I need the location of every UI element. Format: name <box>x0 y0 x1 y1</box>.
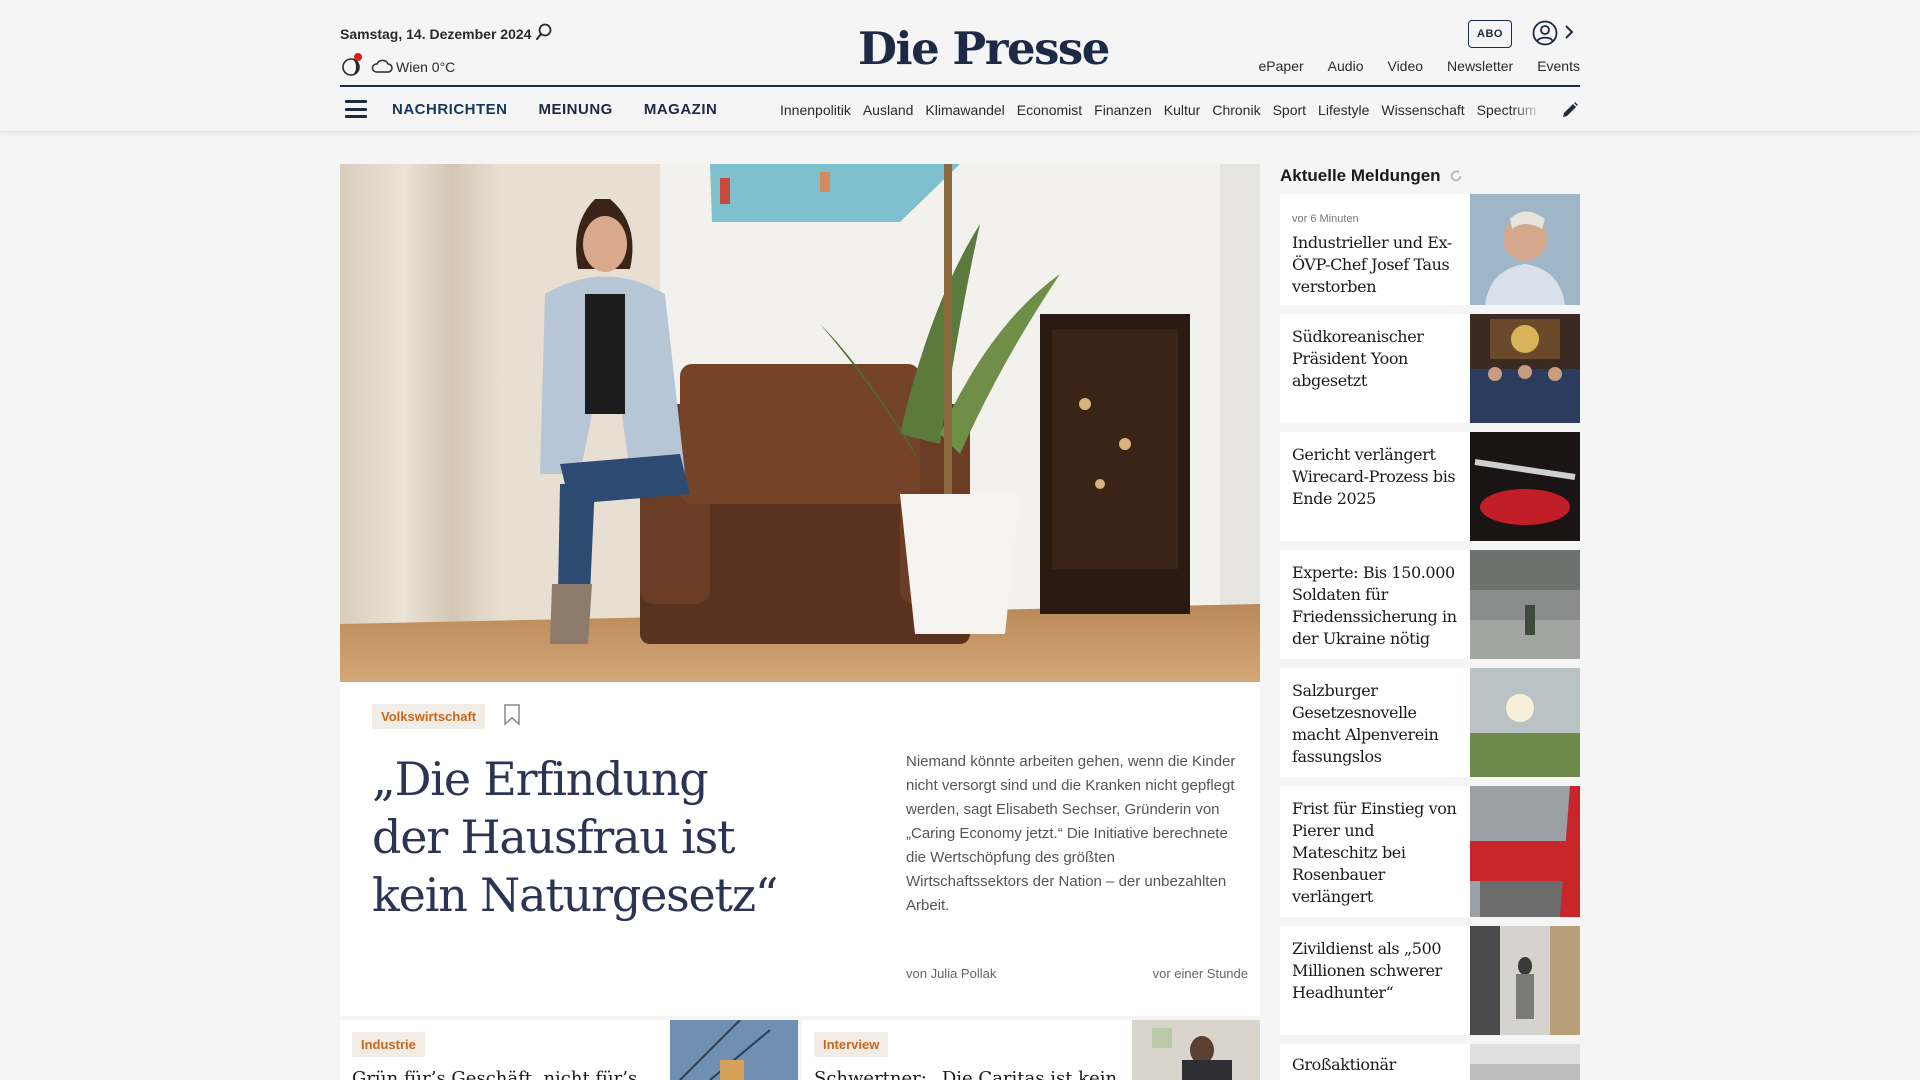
hero-timestamp: vor einer Stunde <box>1152 966 1248 981</box>
hero-article[interactable]: Volkswirtschaft „Die Erfindung der Hausf… <box>340 164 1260 1016</box>
site-header: Samstag, 14. Dezember 2024 Wien 0°C Die … <box>0 0 1920 132</box>
teaser-image[interactable] <box>1132 1020 1260 1080</box>
user-account-icon[interactable] <box>1532 20 1558 46</box>
link-epaper[interactable]: ePaper <box>1259 58 1304 74</box>
service-links: ePaper Audio Video Newsletter Events <box>1259 58 1580 74</box>
news-item[interactable]: Gericht verlängert Wirecard-Prozess bis … <box>1280 432 1580 541</box>
news-item[interactable]: Zivildienst als „500 Millionen schwerer … <box>1280 926 1580 1035</box>
abo-button[interactable]: ABO <box>1468 20 1512 48</box>
hero-body: Volkswirtschaft „Die Erfindung der Hausf… <box>340 682 1260 1016</box>
news-item[interactable]: Experte: Bis 150.000 Soldaten für Friede… <box>1280 550 1580 659</box>
news-item-image[interactable] <box>1470 668 1580 777</box>
teaser-card[interactable]: Interview Schwertner: „Die Caritas ist k… <box>802 1020 1260 1080</box>
hero-image[interactable] <box>340 164 1260 682</box>
news-item-title[interactable]: Südkoreanischer Präsident Yoon abgesetzt <box>1292 326 1462 392</box>
link-newsletter[interactable]: Newsletter <box>1447 58 1513 74</box>
cat-ausland[interactable]: Ausland <box>863 102 914 118</box>
category-navigation: Innenpolitik Ausland Klimawandel Economi… <box>780 102 1542 118</box>
nav-magazin[interactable]: MAGAZIN <box>644 101 718 118</box>
news-item-title[interactable]: Gericht verlängert Wirecard-Prozess bis … <box>1292 444 1462 510</box>
news-item[interactable]: Frist für Einstieg von Pierer und Matesc… <box>1280 786 1580 917</box>
hero-headline[interactable]: „Die Erfindung der Hausfrau ist kein Nat… <box>372 750 792 924</box>
nav-nachrichten[interactable]: NACHRICHTEN <box>392 101 508 118</box>
category-tag[interactable]: Interview <box>814 1032 889 1057</box>
pencil-icon[interactable] <box>1561 101 1579 119</box>
news-item[interactable]: Großaktionär <box>1280 1044 1580 1080</box>
search-icon[interactable] <box>534 22 554 42</box>
teaser-headline[interactable]: Schwertner: „Die Caritas ist kein <box>814 1068 1117 1080</box>
menu-icon[interactable] <box>345 100 367 118</box>
teaser-image[interactable] <box>670 1020 798 1080</box>
news-item[interactable]: Salzburger Gesetzesnovelle macht Alpenve… <box>1280 668 1580 777</box>
news-item-title[interactable]: Experte: Bis 150.000 Soldaten für Friede… <box>1292 562 1462 650</box>
news-item-image[interactable] <box>1470 1044 1580 1080</box>
news-item-image[interactable] <box>1470 926 1580 1035</box>
cat-lifestyle[interactable]: Lifestyle <box>1318 102 1369 118</box>
site-logo[interactable]: Die Presse <box>858 22 1110 75</box>
news-item-time: vor 6 Minuten <box>1292 213 1359 225</box>
current-date: Samstag, 14. Dezember 2024 <box>340 26 532 42</box>
main-navigation: NACHRICHTEN MEINUNG MAGAZIN <box>392 101 717 118</box>
news-item-title[interactable]: Zivildienst als „500 Millionen schwerer … <box>1292 938 1462 1004</box>
bookmark-icon[interactable] <box>503 704 521 726</box>
cat-sport[interactable]: Sport <box>1273 102 1306 118</box>
cat-chronik[interactable]: Chronik <box>1212 102 1260 118</box>
news-item-image[interactable] <box>1470 786 1580 917</box>
teaser-card[interactable]: Industrie Grün für’s Geschäft, nicht für… <box>340 1020 798 1080</box>
category-tag[interactable]: Volkswirtschaft <box>372 704 486 729</box>
cat-wissenschaft[interactable]: Wissenschaft <box>1381 102 1464 118</box>
cat-innenpolitik[interactable]: Innenpolitik <box>780 102 851 118</box>
link-video[interactable]: Video <box>1387 58 1423 74</box>
dark-mode-icon[interactable] <box>340 53 362 77</box>
cat-kultur[interactable]: Kultur <box>1164 102 1201 118</box>
cat-klimawandel[interactable]: Klimawandel <box>925 102 1004 118</box>
latest-news-title: Aktuelle Meldungen <box>1280 166 1441 185</box>
hero-teaser: Niemand könnte arbeiten gehen, wenn die … <box>906 753 1236 914</box>
news-item-title[interactable]: Frist für Einstieg von Pierer und Matesc… <box>1292 798 1462 908</box>
header-divider <box>340 85 1580 87</box>
hero-author[interactable]: von Julia Pollak <box>906 966 996 981</box>
news-item-image[interactable] <box>1470 550 1580 659</box>
news-item-image[interactable] <box>1470 194 1580 305</box>
link-audio[interactable]: Audio <box>1328 58 1364 74</box>
weather-text[interactable]: Wien 0°C <box>396 59 455 75</box>
news-item-title[interactable]: Industrieller und Ex-ÖVP-Chef Josef Taus… <box>1292 232 1462 298</box>
chevron-right-icon[interactable] <box>1564 24 1574 40</box>
news-item[interactable]: Südkoreanischer Präsident Yoon abgesetzt <box>1280 314 1580 423</box>
nav-meinung[interactable]: MEINUNG <box>539 101 613 118</box>
cat-finanzen[interactable]: Finanzen <box>1094 102 1152 118</box>
news-item[interactable]: vor 6 Minuten Industrieller und Ex-ÖVP-C… <box>1280 194 1580 305</box>
news-item-image[interactable] <box>1470 432 1580 541</box>
news-item-title[interactable]: Salzburger Gesetzesnovelle macht Alpenve… <box>1292 680 1462 768</box>
news-item-title[interactable]: Großaktionär <box>1292 1054 1462 1076</box>
refresh-icon[interactable] <box>1449 169 1463 183</box>
cat-economist[interactable]: Economist <box>1017 102 1082 118</box>
news-item-image[interactable] <box>1470 314 1580 423</box>
link-events[interactable]: Events <box>1537 58 1580 74</box>
category-tag[interactable]: Industrie <box>352 1032 425 1057</box>
teaser-headline[interactable]: Grün für’s Geschäft, nicht für’s <box>352 1068 637 1080</box>
cloud-icon <box>371 59 393 73</box>
latest-news-heading: Aktuelle Meldungen <box>1280 166 1463 186</box>
cat-spectrum[interactable]: Spectrum <box>1477 102 1537 118</box>
notification-dot <box>354 53 362 61</box>
